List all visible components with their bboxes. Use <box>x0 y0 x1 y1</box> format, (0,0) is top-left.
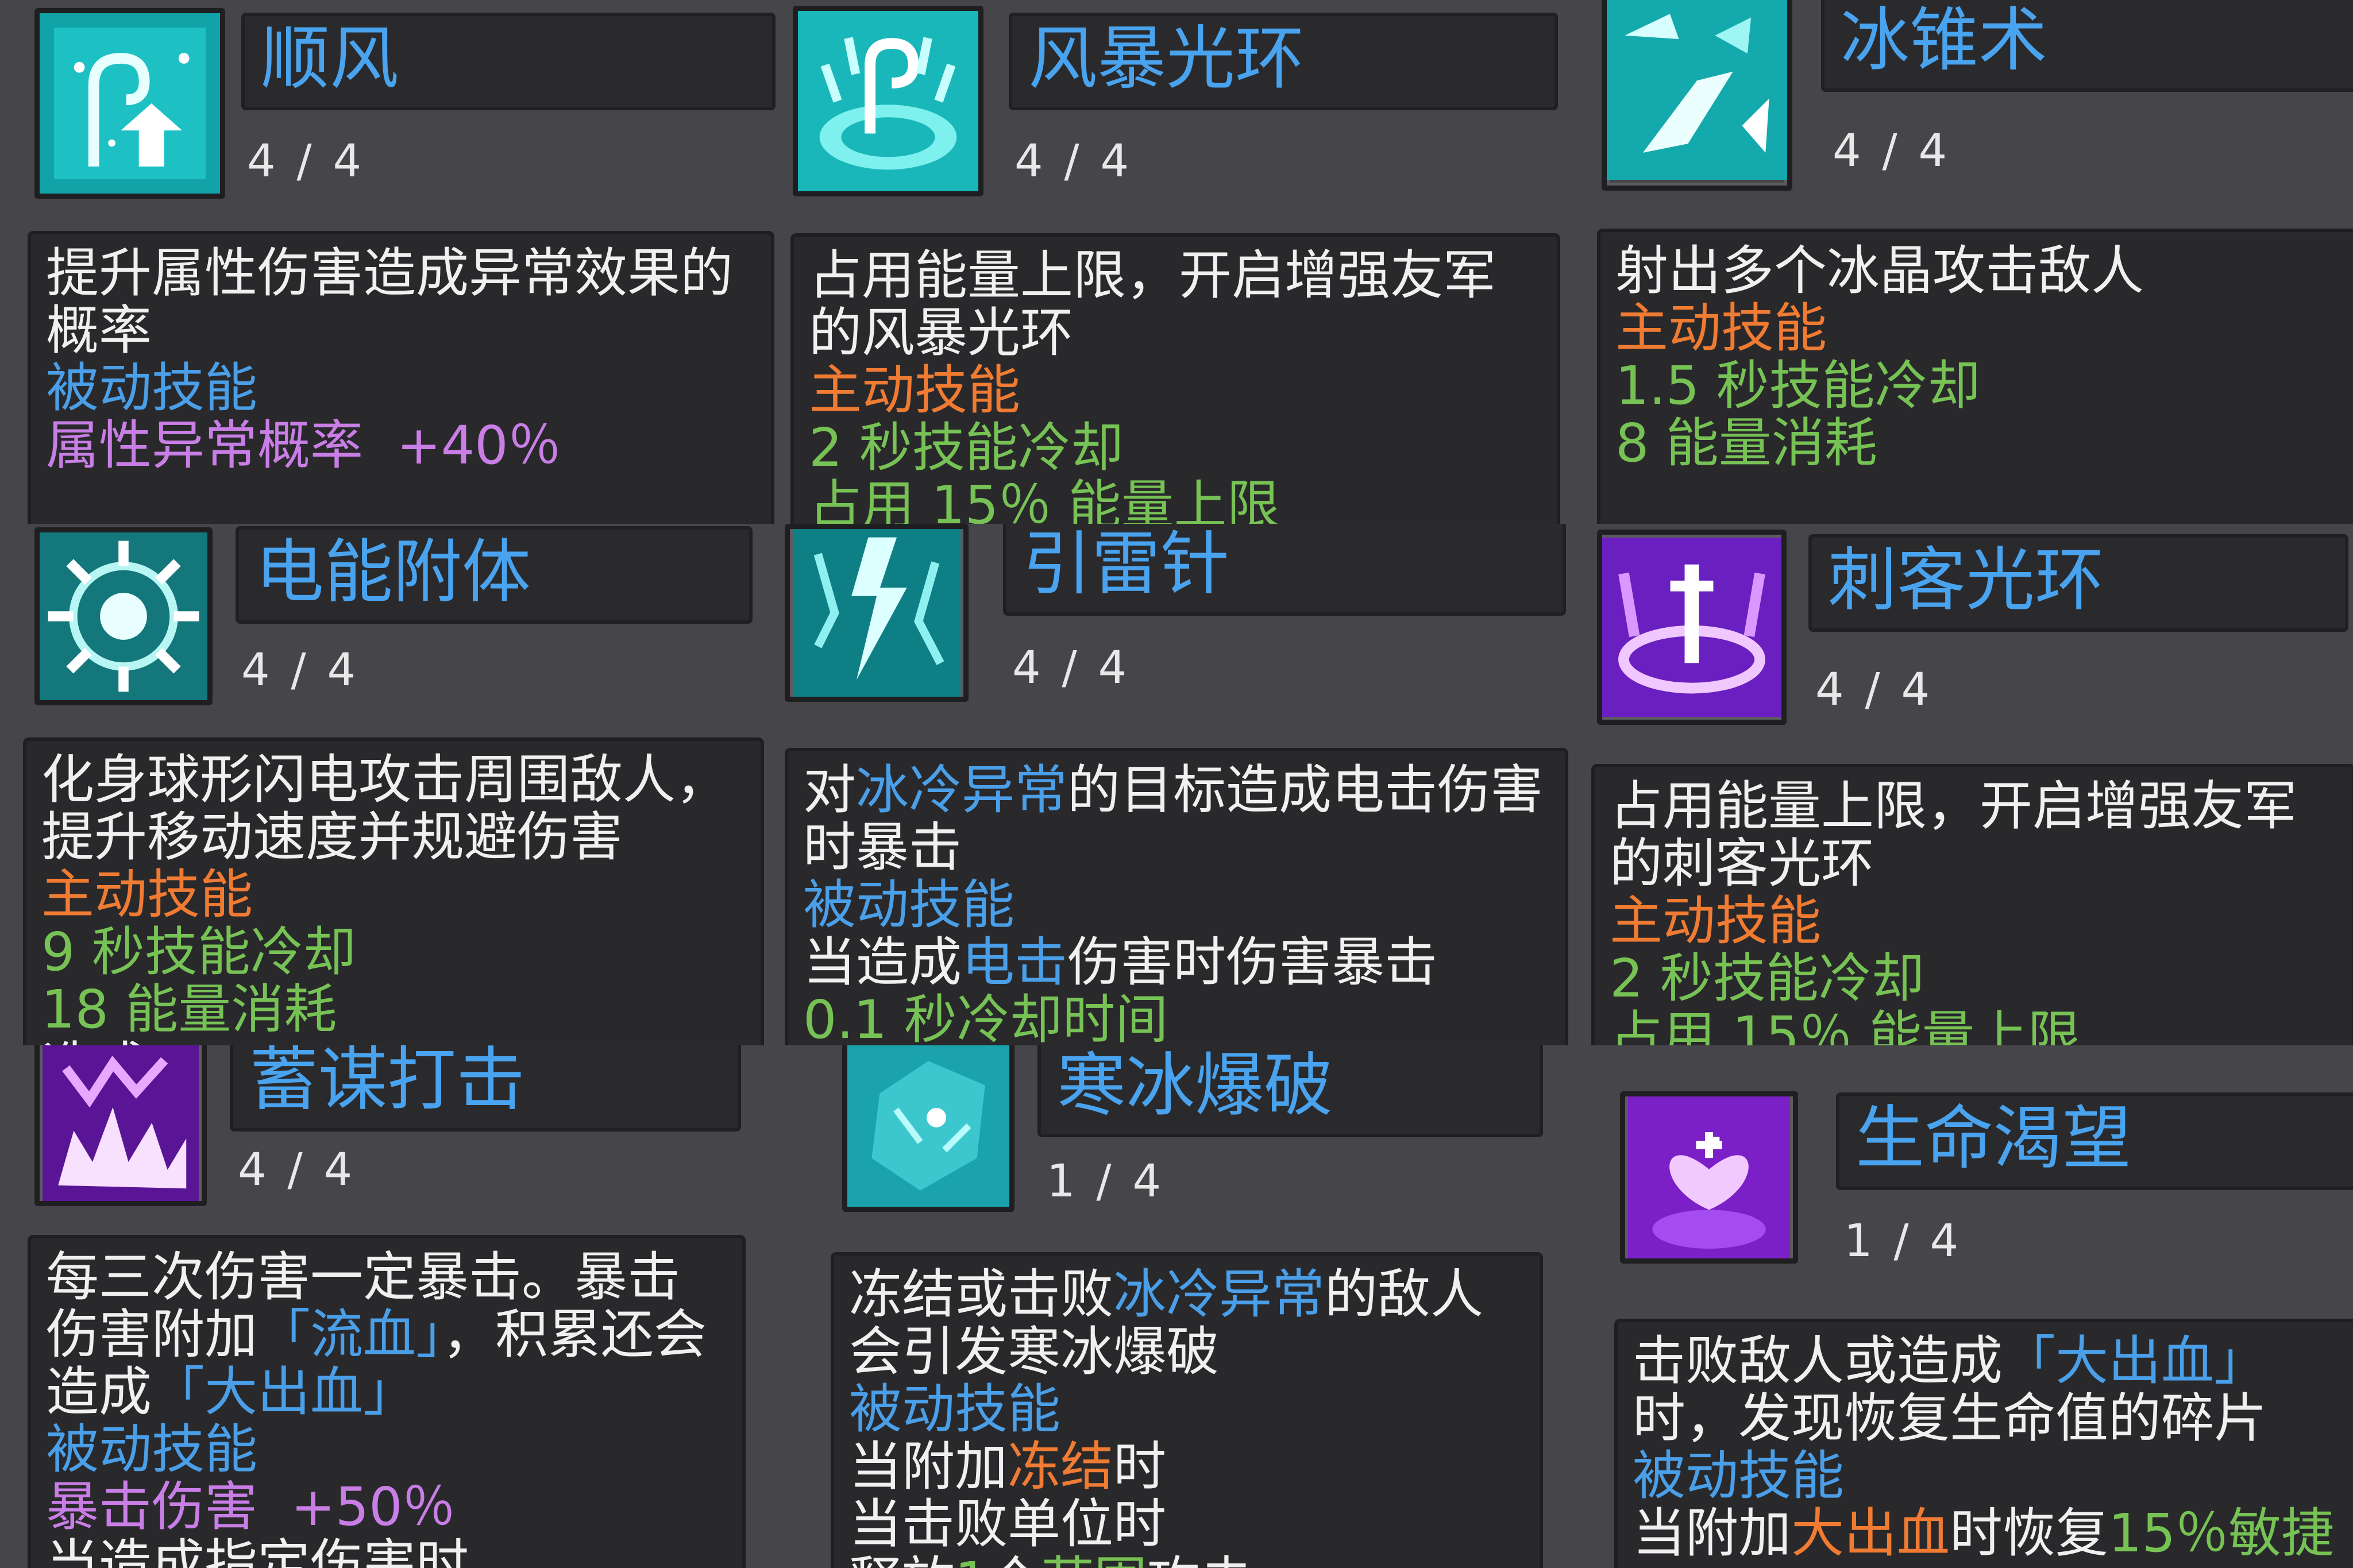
skill-type: 主动技能 <box>1610 890 1822 952</box>
skill-cooldown: 1.5 秒技能冷却 <box>1615 355 1981 416</box>
skill-stat: 暴击伤害 +50％ <box>46 1476 456 1538</box>
skill-name: 顺风 <box>241 13 776 110</box>
skill-extra: 当造成指定伤害时 <box>46 1534 469 1568</box>
skill-cooldown: 2 秒技能冷却 <box>809 417 1124 478</box>
skill-description-panel: 冻结或击败冰冷异常的敌人会引发寒冰爆破 被动技能 当附加冻结时 当击败单位时 释… <box>831 1252 1543 1568</box>
skill-description: 占用能量上限，开启增强友军的风暴光环 <box>809 245 1496 364</box>
skill-type: 主动技能 <box>41 864 253 925</box>
skill-effect-release: 释放1个范围攻击 <box>849 1553 1525 1568</box>
skill-level: 4 / 4 <box>1012 642 1131 694</box>
skill-name: 风暴光环 <box>1009 13 1558 110</box>
skill-description: 对冰冷异常的目标造成电击伤害时暴击 <box>803 759 1544 878</box>
skill-cost: 8 能量消耗 <box>1615 412 1877 474</box>
skill-type: 被动技能 <box>803 874 1015 936</box>
skill-name: 蓄谋打击 <box>230 1045 741 1131</box>
skill-card-tailwind[interactable]: 顺风 4 / 4 提升属性伤害造成异常效果的概率 被动技能 属性异常概率 +40… <box>0 0 785 524</box>
skill-type: 被动技能 <box>1633 1445 1845 1507</box>
skill-card-storm-aura[interactable]: 风暴光环 4 / 4 占用能量上限，开启增强友军的风暴光环 主动技能 2 秒技能… <box>785 0 1568 524</box>
life-thirst-icon <box>1620 1091 1798 1264</box>
skill-description: 化身球形闪电攻击周围敌人，提升移动速度并规避伤害 <box>41 749 729 868</box>
skill-level: 1 / 4 <box>1047 1156 1165 1207</box>
premeditated-strike-icon <box>34 1045 207 1206</box>
tailwind-icon <box>34 8 225 199</box>
skill-card-lightning-rod[interactable]: 引雷针 4 / 4 对冰冷异常的目标造成电击伤害时暴击 被动技能 当造成电击伤害… <box>785 524 1568 1045</box>
skill-name: 引雷针 <box>1003 524 1566 616</box>
skill-description: 提升属性伤害造成异常效果的概率 <box>46 242 734 361</box>
skill-type: 被动技能 <box>46 357 258 419</box>
skill-cooldown: 9 秒技能冷却 <box>41 921 356 983</box>
skill-description-panel: 对冰冷异常的目标造成电击伤害时暴击 被动技能 当造成电击伤害时伤害暴击 0.1 … <box>785 748 1568 1045</box>
skill-extra: 造成 30 <box>41 1038 746 1046</box>
skill-extra: 占用 15％ 能量上限 <box>809 474 1280 524</box>
skill-type: 被动技能 <box>46 1419 258 1480</box>
skill-card-ice-blast[interactable]: 寒冰爆破 1 / 4 冻结或击败冰冷异常的敌人会引发寒冰爆破 被动技能 当附加冻… <box>785 1045 1568 1568</box>
skill-description-panel: 占用能量上限，开启增强友军的刺客光环 主动技能 2 秒技能冷却 占用 15％ 能… <box>1591 764 2353 1045</box>
skill-description-panel: 每三次伤害一定暴击。暴击伤害附加「流血」，积累还会造成「大出血」 被动技能 暴击… <box>28 1235 746 1568</box>
skill-description-panel: 射出多个冰晶攻击敌人 主动技能 1.5 秒技能冷却 8 能量消耗 <box>1597 229 2353 524</box>
skill-level: 4 / 4 <box>241 644 360 696</box>
skill-stat: 属性异常概率 +40％ <box>46 415 561 476</box>
skill-name: 冰锥术 <box>1821 0 2353 92</box>
skill-level: 1 / 4 <box>1844 1215 1962 1267</box>
skill-card-lightning-orb[interactable]: 电能附体 4 / 4 化身球形闪电攻击周围敌人，提升移动速度并规避伤害 主动技能… <box>0 524 785 1045</box>
skill-extra: 占用 15％ 能量上限 <box>1610 1005 2081 1046</box>
skill-card-premeditated-strike[interactable]: 蓄谋打击 4 / 4 每三次伤害一定暴击。暴击伤害附加「流血」，积累还会造成「大… <box>0 1045 785 1568</box>
skill-level: 4 / 4 <box>1015 136 1133 187</box>
skill-effect: 当附加大出血时恢复15％敏捷 <box>1633 1503 2335 1564</box>
skill-description-panel: 击败敌人或造成「大出血」时，发现恢复生命值的碎片 被动技能 当附加大出血时恢复1… <box>1614 1319 2353 1568</box>
skill-type: 主动技能 <box>1615 298 1827 359</box>
lightning-rod-icon <box>785 524 969 702</box>
lightning-orb-icon <box>34 527 213 705</box>
skill-description: 射出多个冰晶攻击敌人 <box>1615 240 2144 302</box>
skill-description-panel: 占用能量上限，开启增强友军的风暴光环 主动技能 2 秒技能冷却 占用 15％ 能… <box>790 233 1560 524</box>
skill-description: 每三次伤害一定暴击。暴击伤害附加「流血」，积累还会造成「大出血」 <box>46 1246 707 1423</box>
skill-cooldown: 2 秒技能冷却 <box>1610 948 1924 1009</box>
skill-description: 击败敌人或造成「大出血」时，发现恢复生命值的碎片 <box>1633 1330 2267 1449</box>
ice-blast-icon <box>842 1045 1015 1212</box>
skill-card-life-thirst[interactable]: 生命渴望 1 / 4 击败敌人或造成「大出血」时，发现恢复生命值的碎片 被动技能… <box>1568 1045 2353 1568</box>
skill-card-ice-shard[interactable]: 冰锥术 4 / 4 射出多个冰晶攻击敌人 主动技能 1.5 秒技能冷却 8 能量… <box>1568 0 2353 524</box>
skill-cost: 18 能量消耗 <box>41 979 337 1040</box>
assassin-aura-icon <box>1597 530 1787 725</box>
skill-name: 寒冰爆破 <box>1037 1045 1543 1137</box>
skill-description-panel: 提升属性伤害造成异常效果的概率 被动技能 属性异常概率 +40％ <box>28 231 774 524</box>
storm-aura-icon <box>793 6 983 196</box>
skill-card-assassin-aura[interactable]: 刺客光环 4 / 4 占用能量上限，开启增强友军的刺客光环 主动技能 2 秒技能… <box>1568 524 2353 1045</box>
skill-level: 4 / 4 <box>1815 664 1934 716</box>
skill-extra: 0.1 秒冷却时间 <box>803 989 1168 1046</box>
skill-level: 4 / 4 <box>238 1144 356 1196</box>
skill-type: 被动技能 <box>849 1378 1061 1440</box>
skill-effect-freeze: 当附加冻结时 <box>849 1436 1167 1497</box>
skill-level: 4 / 4 <box>1833 125 1951 177</box>
skill-description-panel: 化身球形闪电攻击周围敌人，提升移动速度并规避伤害 主动技能 9 秒技能冷却 18… <box>23 737 764 1045</box>
skill-name: 电能附体 <box>236 526 753 624</box>
skill-type: 主动技能 <box>809 360 1021 421</box>
ice-shard-icon <box>1602 0 1792 191</box>
skill-level: 4 / 4 <box>247 136 365 187</box>
skill-description: 占用能量上限，开启增强友军的刺客光环 <box>1610 775 2297 894</box>
skill-effect: 当造成电击伤害时伤害暴击 <box>803 932 1438 993</box>
skill-name: 生命渴望 <box>1836 1092 2353 1190</box>
skill-name: 刺客光环 <box>1808 534 2348 632</box>
skill-description: 冻结或击败冰冷异常的敌人会引发寒冰爆破 <box>849 1264 1484 1382</box>
skill-effect-kill: 当击败单位时 <box>849 1493 1167 1555</box>
